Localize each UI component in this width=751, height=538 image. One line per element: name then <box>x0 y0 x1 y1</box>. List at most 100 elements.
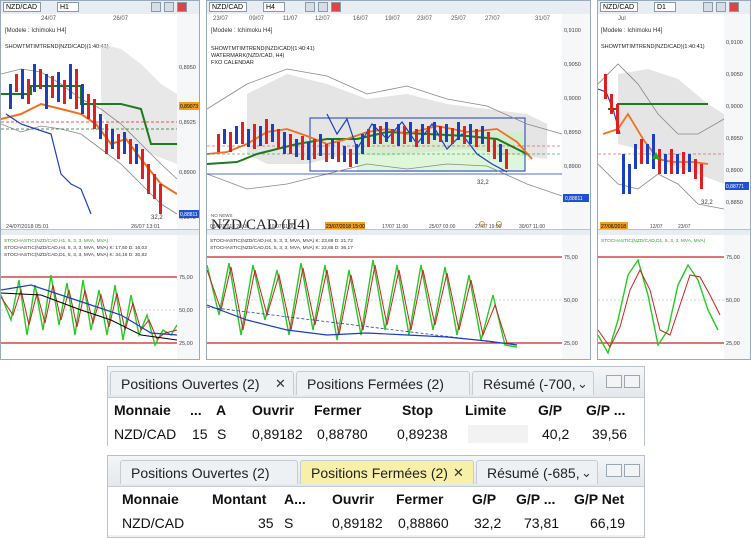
date-label: 12/07 <box>315 16 331 22</box>
cell-pl: 32,2 <box>474 515 502 531</box>
maximize-icon[interactable] <box>624 464 640 477</box>
symbol-selector[interactable]: NZD/CAD <box>3 2 41 12</box>
column-header[interactable]: A <box>216 398 226 422</box>
window-button[interactable] <box>703 2 713 12</box>
date-label: 09/07 <box>249 16 265 22</box>
oscillator-panel[interactable]: STOCHASTIC(NZD/CAD,D1, 5, 3, 3, MVA, MVA… <box>598 235 750 359</box>
column-header[interactable]: ... <box>190 398 202 422</box>
price-label: 0,9000 <box>564 96 581 102</box>
price-label: 0,8900 <box>564 164 581 170</box>
tab-label: Résumé (-700, <box>483 376 576 392</box>
oscillator-panel[interactable]: STOCHASTIC(NZD/CAD,H4, 5, 3, 3, MVA, MVA… <box>207 235 590 359</box>
close-tab-icon[interactable]: ✕ <box>275 372 286 396</box>
date-label: 27/07 <box>485 16 501 22</box>
price-chart[interactable]: 24/07 26/07 [Modele : Ichimoku H4] SHOWT… <box>1 14 199 229</box>
tab-open-positions[interactable]: Positions Ouvertes (2) ✕ <box>110 371 294 395</box>
tab-summary[interactable]: Résumé (-685, ⌄ <box>476 460 598 484</box>
price-tag: 0,88811 <box>180 212 198 218</box>
column-header[interactable]: G/P Net <box>574 487 624 511</box>
column-header[interactable]: Ouvrir <box>332 487 374 511</box>
window-button[interactable] <box>318 2 328 12</box>
table-row[interactable]: NZD/CAD 35 S 0,89182 0,88860 32,2 73,81 … <box>108 511 644 535</box>
column-header[interactable]: Monnaie <box>122 487 179 511</box>
restore-icon[interactable] <box>606 375 622 388</box>
osc-label: 75,00 <box>726 255 740 261</box>
symbol-selector[interactable]: NZD/CAD <box>209 2 247 12</box>
column-header[interactable]: Ouvrir <box>252 398 294 422</box>
date-label: Jul <box>618 16 626 22</box>
restore-icon[interactable] <box>606 464 622 477</box>
column-header[interactable]: Fermer <box>396 487 443 511</box>
chart-toolbar: NZD/CAD H1 <box>1 1 199 15</box>
date-label: 24/07 <box>41 16 57 22</box>
chart-legend: [Modele : Ichimoku H4] <box>5 28 67 34</box>
tab-label: Positions Ouvertes (2) <box>131 465 270 481</box>
table-row[interactable]: NZD/CAD 15 S 0,89182 0,88780 0,89238 40,… <box>108 422 644 446</box>
date-label: 25/07 <box>451 16 467 22</box>
chevron-down-icon[interactable]: ⌄ <box>581 461 592 485</box>
cell-stop[interactable]: 0,89238 <box>397 422 448 446</box>
column-header[interactable]: A... <box>284 487 306 511</box>
cell-pl-net: 39,56 <box>592 426 628 442</box>
column-header[interactable]: Fermer <box>314 398 361 422</box>
price-label: 0,8950 <box>726 136 743 142</box>
osc-legend: STOCHASTIC(NZD/CAD,H4, 5, 3, 3, MVA, MVA… <box>4 245 147 251</box>
chevron-down-icon[interactable]: ⌄ <box>577 372 588 396</box>
osc-label: 25,00 <box>564 341 578 347</box>
column-header[interactable]: G/P <box>538 398 562 422</box>
column-header[interactable]: G/P ... <box>516 487 555 511</box>
timeframe-selector[interactable]: H1 <box>57 2 79 12</box>
cell-side: S <box>217 426 227 442</box>
cell-currency: NZD/CAD <box>122 515 185 531</box>
chart-window-h1[interactable]: NZD/CAD H1 24/07 26/07 [Modele : Ichimok… <box>0 0 200 360</box>
tab-open-positions[interactable]: Positions Ouvertes (2) <box>120 460 298 484</box>
tab-label: Positions Fermées (2) <box>311 465 448 481</box>
tab-label: Résumé (-685, <box>487 465 580 481</box>
chart-window-h4[interactable]: NZD/CAD H4 23/07 09/07 11/07 12/07 16/07… <box>206 0 591 360</box>
chart-toolbar: NZD/CAD D1 <box>598 1 750 15</box>
tab-closed-positions[interactable]: Positions Fermées (2) ✕ <box>300 460 474 484</box>
oscillator-panel[interactable]: STOCHASTIC(NZD/CAD,H1, 5, 3, 3, MVA, MVA… <box>1 235 199 359</box>
tab-label: Positions Ouvertes (2) <box>121 376 260 392</box>
timeframe-selector[interactable]: D1 <box>654 2 676 12</box>
close-window-icon[interactable] <box>729 2 739 12</box>
osc-label: 75,00 <box>179 275 193 281</box>
close-tab-icon[interactable]: ✕ <box>453 461 464 485</box>
window-button[interactable] <box>305 2 315 12</box>
price-label: 0,8950 <box>564 130 581 136</box>
tab-bar: Positions Ouvertes (2) Positions Fermées… <box>108 456 644 487</box>
price-label: 0,9100 <box>726 40 743 46</box>
cell-amount: 35 <box>258 515 274 531</box>
close-window-icon[interactable] <box>331 2 341 12</box>
window-button[interactable] <box>151 2 161 12</box>
chart-legend: SHOWTMTIMTREND(NZD/CAD)(1:40:41) <box>211 46 315 52</box>
tab-summary[interactable]: Résumé (-700, ⌄ <box>472 371 594 395</box>
price-label: 0,9050 <box>564 62 581 68</box>
maximize-icon[interactable] <box>624 375 640 388</box>
column-header[interactable]: Stop <box>402 398 433 422</box>
chart-legend: WATERMARK(NZD/CAD, H4) <box>211 53 285 59</box>
tab-closed-positions[interactable]: Positions Fermées (2) <box>296 371 470 395</box>
window-button[interactable] <box>164 2 174 12</box>
price-chart[interactable]: 23/07 09/07 11/07 12/07 16/07 19/07 23/0… <box>207 14 590 229</box>
window-button[interactable] <box>716 2 726 12</box>
price-tag: 0,88771 <box>726 184 744 190</box>
column-header[interactable]: G/P ... <box>586 398 625 422</box>
osc-legend: STOCHASTIC(NZD/CAD,D1, 5, 3, 3, MVA, MVA… <box>601 238 706 244</box>
price-tag: 0,89073 <box>180 104 198 110</box>
cell-currency: NZD/CAD <box>114 426 177 442</box>
column-header[interactable]: G/P <box>472 487 496 511</box>
close-window-icon[interactable] <box>177 2 187 12</box>
cell-limit[interactable] <box>468 425 528 443</box>
price-tag: 0,88811 <box>565 196 583 202</box>
watermark-sub: NO NEWS <box>211 213 233 218</box>
column-header[interactable]: Limite <box>465 398 506 422</box>
symbol-selector[interactable]: NZD/CAD <box>600 2 638 12</box>
chart-window-d1[interactable]: NZD/CAD D1 Jul [Modele : Ichimoku H4] SH… <box>597 0 751 360</box>
timeframe-selector[interactable]: H4 <box>263 2 285 12</box>
column-header[interactable]: Monnaie <box>114 398 171 422</box>
osc-label: 50,00 <box>179 308 193 314</box>
column-header[interactable]: Montant <box>212 487 266 511</box>
price-chart[interactable]: Jul [Modele : Ichimoku H4] SHOWTMTIMTREN… <box>598 14 750 229</box>
cell-pl-gross: 73,81 <box>524 515 560 531</box>
